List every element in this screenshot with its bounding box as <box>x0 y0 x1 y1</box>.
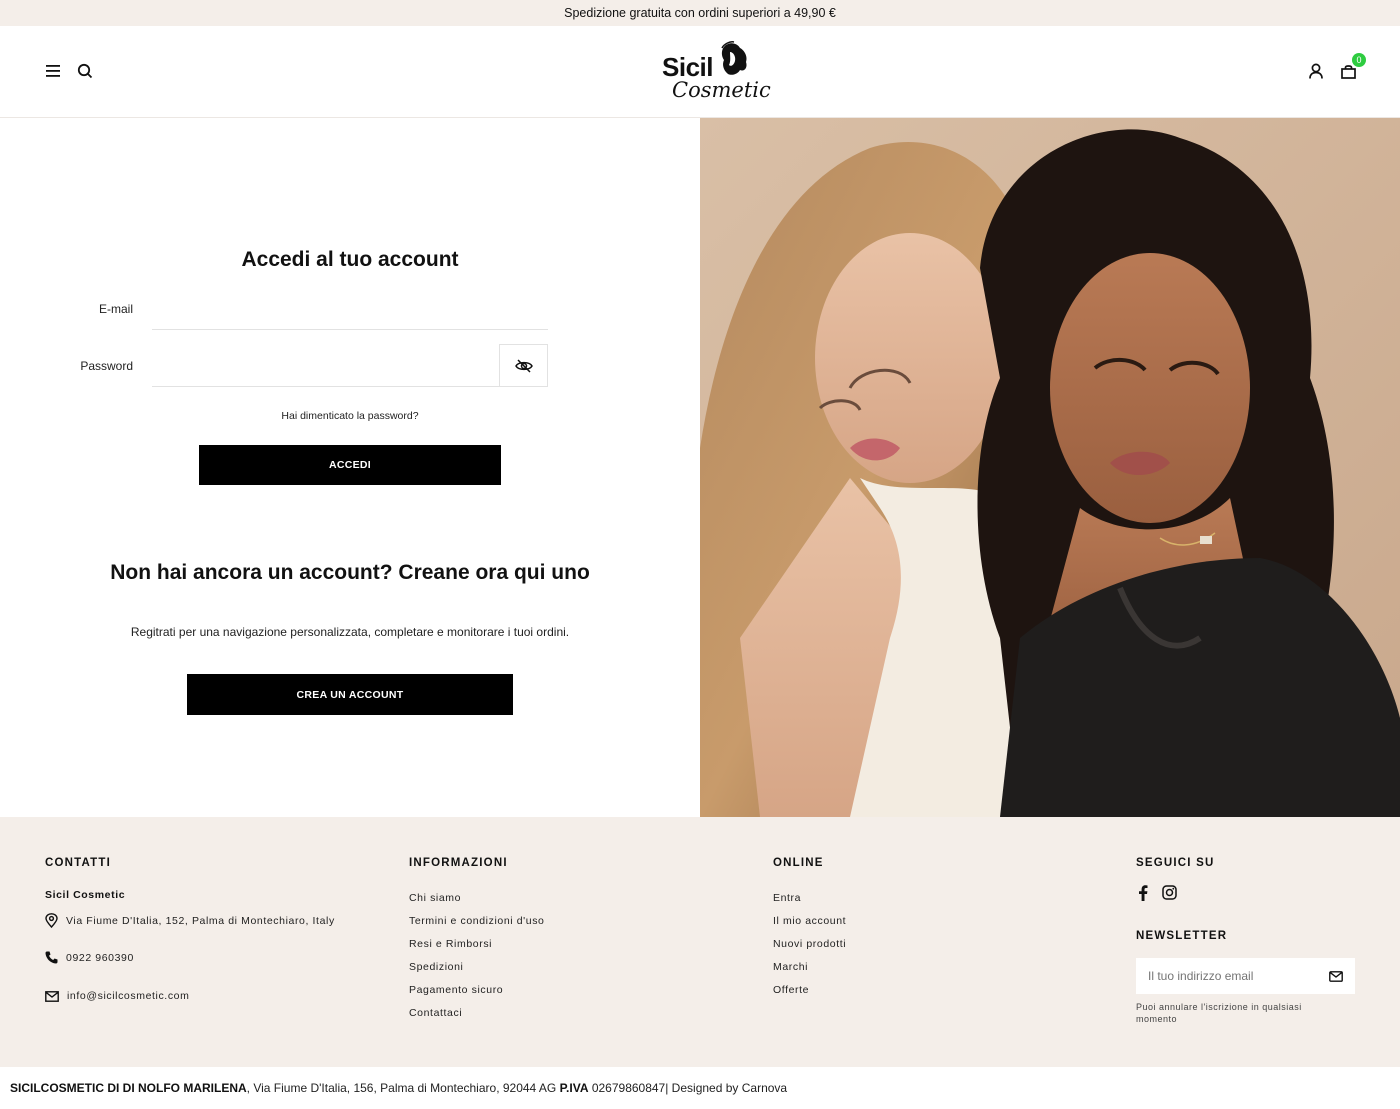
contact-email[interactable]: info@sicilcosmetic.com <box>45 990 189 1002</box>
announcement-text: Spedizione gratuita con ordini superiori… <box>564 6 836 20</box>
footer-link-chi-siamo[interactable]: Chi siamo <box>409 887 545 910</box>
legal-address: , Via Fiume D'Italia, 156, Palma di Mont… <box>246 1081 560 1095</box>
footer-link-mio-account[interactable]: Il mio account <box>773 910 846 933</box>
footer-link-spedizioni[interactable]: Spedizioni <box>409 956 545 979</box>
contact-address-text: Via Fiume D'Italia, 152, Palma di Montec… <box>66 914 335 927</box>
contact-email-text: info@sicilcosmetic.com <box>67 990 190 1002</box>
account-panel: Accedi al tuo account E-mail Password Ha… <box>0 118 700 817</box>
newsletter-email-input[interactable] <box>1136 969 1317 983</box>
site-header: Sicil Cosmetic 0 <box>0 26 1400 118</box>
footer-contacts: CONTATTI Sicil Cosmetic Via Fiume D'Ital… <box>45 857 365 1037</box>
footer-heading-info: INFORMAZIONI <box>409 857 508 869</box>
create-account-button[interactable]: CREA UN ACCOUNT <box>187 674 513 715</box>
announcement-bar: Spedizione gratuita con ordini superiori… <box>0 0 1400 26</box>
register-title: Non hai ancora un account? Creane ora qu… <box>110 561 590 584</box>
register-description: Regitrati per una navigazione personaliz… <box>130 625 570 639</box>
models-photo <box>700 118 1400 817</box>
account-icon[interactable] <box>1305 60 1327 82</box>
footer-social: SEGUICI SU <box>1136 857 1214 906</box>
login-button[interactable]: ACCEDI <box>199 445 501 485</box>
logo-text-cosmetic: Cosmetic <box>672 78 771 102</box>
mail-icon <box>45 990 59 1002</box>
footer-link-entra[interactable]: Entra <box>773 887 846 910</box>
contact-phone-text: 0922 960390 <box>66 951 134 964</box>
toggle-password-visibility-button[interactable] <box>499 344 548 387</box>
cart-button[interactable]: 0 <box>1337 53 1366 82</box>
footer-online: ONLINE Entra Il mio account Nuovi prodot… <box>773 857 846 1002</box>
location-pin-icon <box>45 913 58 928</box>
hero-image <box>700 118 1400 817</box>
contact-address: Via Fiume D'Italia, 152, Palma di Montec… <box>45 913 335 928</box>
eye-off-icon <box>514 358 533 373</box>
legal-company: SICILCOSMETIC DI DI NOLFO MARILENA <box>10 1081 247 1095</box>
legal-vat-value: 02679860847 <box>588 1081 666 1095</box>
newsletter-note: Puoi annulare l'iscrizione in qualsiasi … <box>1136 1002 1302 1024</box>
logo[interactable]: Sicil Cosmetic <box>656 40 771 106</box>
newsletter-form <box>1136 958 1355 994</box>
password-field[interactable] <box>152 345 499 387</box>
newsletter-submit-button[interactable] <box>1317 958 1355 994</box>
footer-heading-newsletter: NEWSLETTER <box>1136 930 1228 942</box>
legal-designer[interactable]: | Designed by Carnova <box>665 1081 787 1095</box>
cart-count-badge: 0 <box>1352 53 1366 67</box>
footer-link-nuovi-prodotti[interactable]: Nuovi prodotti <box>773 933 846 956</box>
menu-icon[interactable] <box>42 60 64 82</box>
footer-link-marchi[interactable]: Marchi <box>773 956 846 979</box>
email-field[interactable] <box>152 288 548 330</box>
email-label: E-mail <box>98 302 133 316</box>
footer-link-resi[interactable]: Resi e Rimborsi <box>409 933 545 956</box>
footer-heading-contacts: CONTATTI <box>45 857 112 869</box>
footer-heading-online: ONLINE <box>773 857 824 869</box>
site-footer: CONTATTI Sicil Cosmetic Via Fiume D'Ital… <box>0 817 1400 1067</box>
footer-link-pagamento[interactable]: Pagamento sicuro <box>409 979 545 1002</box>
footer-info: INFORMAZIONI Chi siamo Termini e condizi… <box>409 857 545 1025</box>
mail-icon <box>1329 970 1343 982</box>
footer-link-offerte[interactable]: Offerte <box>773 979 846 1002</box>
search-icon[interactable] <box>74 60 96 82</box>
logo-portrait-icon <box>721 41 747 75</box>
company-name: Sicil Cosmetic <box>45 889 126 901</box>
instagram-icon[interactable] <box>1162 885 1177 906</box>
forgot-password-link[interactable]: Hai dimenticato la password? <box>0 410 700 422</box>
bag-icon <box>1340 64 1356 79</box>
footer-heading-social: SEGUICI SU <box>1136 857 1215 869</box>
contact-phone[interactable]: 0922 960390 <box>45 951 134 964</box>
legal-bar: SICILCOSMETIC DI DI NOLFO MARILENA , Via… <box>0 1067 1400 1109</box>
password-label: Password <box>80 359 133 373</box>
footer-link-contattaci[interactable]: Contattaci <box>409 1002 545 1025</box>
legal-vat-label: P.IVA <box>559 1081 589 1095</box>
login-title: Accedi al tuo account <box>241 248 459 271</box>
footer-link-termini[interactable]: Termini e condizioni d'uso <box>409 910 545 933</box>
facebook-icon[interactable] <box>1136 885 1150 906</box>
phone-icon <box>45 951 58 964</box>
